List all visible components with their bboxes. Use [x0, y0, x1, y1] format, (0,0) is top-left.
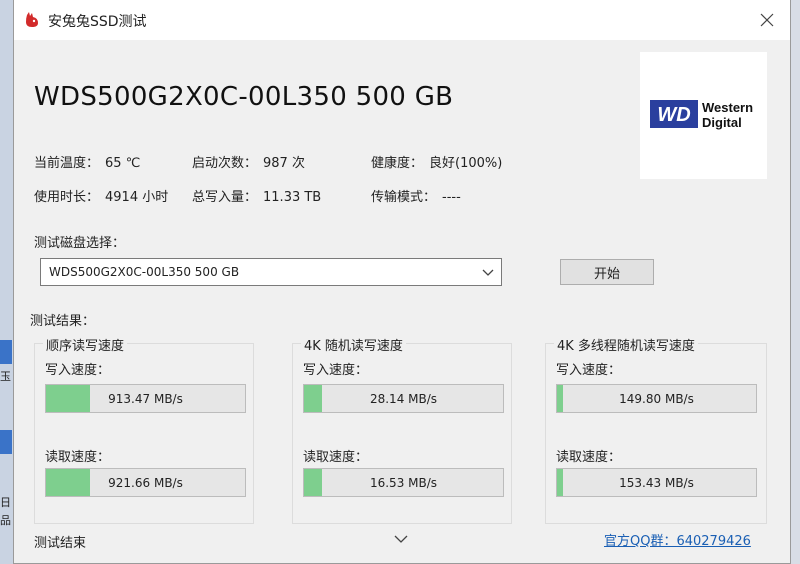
write-speed-label: 写入速度： — [303, 363, 369, 378]
write-speed-label: 写入速度： — [45, 363, 111, 378]
write-speed-bar: 913.47 MB/s — [45, 384, 246, 413]
write-speed-value: 913.47 MB/s — [108, 391, 183, 406]
window-title: 安兔兔SSD测试 — [48, 14, 147, 30]
group-title: 顺序读写速度 — [43, 335, 128, 354]
western-digital-logo-icon: WD Western Digital — [650, 100, 753, 130]
start-button[interactable]: 开始 — [560, 259, 654, 285]
chevron-down-icon — [482, 269, 494, 276]
read-speed-bar: 153.43 MB/s — [556, 468, 757, 497]
usage-time-info: 使用时长： 4914 小时 — [34, 186, 168, 205]
write-speed-value: 28.14 MB/s — [369, 391, 438, 406]
read-speed-label: 读取速度： — [303, 450, 369, 465]
desktop-icon-label: 玉 — [0, 370, 11, 383]
read-speed-value: 16.53 MB/s — [369, 475, 438, 490]
read-speed-label: 读取速度： — [45, 450, 111, 465]
qq-group-link[interactable]: 官方QQ群：640279426 — [604, 530, 751, 549]
read-speed-value: 921.66 MB/s — [108, 475, 183, 490]
transfer-mode-label: 传输模式： — [371, 190, 437, 205]
transfer-mode-value: ---- — [442, 190, 461, 205]
write-speed-bar: 149.80 MB/s — [556, 384, 757, 413]
total-written-value: 11.33 TB — [263, 190, 322, 205]
desktop-icon-label: 日 — [0, 496, 11, 509]
disk-select-dropdown[interactable]: WDS500G2X0C-00L350 500 GB — [40, 258, 502, 286]
total-written-label: 总写入量： — [192, 190, 258, 205]
power-on-count-value: 987 次 — [263, 156, 305, 171]
desktop-icon-label: 品 — [0, 514, 11, 527]
group-title: 4K 随机读写速度 — [301, 335, 406, 354]
read-speed-bar: 16.53 MB/s — [303, 468, 504, 497]
temperature-label: 当前温度： — [34, 156, 100, 171]
results-label: 测试结果： — [30, 314, 96, 329]
temperature-value: 65 ℃ — [105, 156, 141, 171]
usage-time-label: 使用时长： — [34, 190, 100, 205]
read-speed-label: 读取速度： — [556, 450, 622, 465]
write-speed-value: 149.80 MB/s — [619, 391, 694, 406]
brand-logo: WD Western Digital — [640, 52, 767, 179]
sequential-rw-group: 顺序读写速度 写入速度： 913.47 MB/s 读取速度： 921.66 MB… — [34, 335, 254, 524]
brand-logo-line1: Western — [702, 100, 753, 115]
brand-logo-mark: WD — [657, 104, 690, 126]
desktop-background: 玉 日 品 — [0, 0, 14, 564]
close-icon — [760, 13, 774, 27]
brand-logo-line2: Digital — [702, 115, 742, 130]
usage-time-value: 4914 小时 — [105, 190, 169, 205]
status-text: 测试结束 — [34, 536, 87, 551]
app-window: 安兔兔SSD测试 WDS500G2X0C-00L350 500 GB 当前温度：… — [13, 0, 791, 564]
power-on-count-info: 启动次数： 987 次 — [192, 152, 305, 171]
read-speed-bar: 921.66 MB/s — [45, 468, 246, 497]
multithread-4k-rw-group: 4K 多线程随机读写速度 写入速度： 149.80 MB/s 读取速度： 153… — [545, 335, 767, 524]
health-value: 良好(100%) — [429, 156, 503, 171]
random-4k-rw-group: 4K 随机读写速度 写入速度： 28.14 MB/s 读取速度： 16.53 M… — [292, 335, 512, 524]
chevron-down-icon[interactable] — [392, 532, 410, 546]
title-bar[interactable]: 安兔兔SSD测试 — [14, 0, 790, 40]
desktop-app-icon[interactable] — [0, 340, 12, 364]
drive-model-title: WDS500G2X0C-00L350 500 GB — [34, 82, 454, 112]
transfer-mode-info: 传输模式： ---- — [371, 186, 461, 205]
power-on-count-label: 启动次数： — [192, 156, 258, 171]
read-speed-value: 153.43 MB/s — [619, 475, 694, 490]
desktop-app-icon[interactable] — [0, 430, 12, 454]
disk-select-value: WDS500G2X0C-00L350 500 GB — [49, 265, 240, 279]
total-written-info: 总写入量： 11.33 TB — [192, 186, 321, 205]
write-speed-bar: 28.14 MB/s — [303, 384, 504, 413]
group-title: 4K 多线程随机读写速度 — [554, 335, 698, 354]
health-label: 健康度： — [371, 156, 424, 171]
disk-select-label: 测试磁盘选择： — [34, 236, 126, 251]
write-speed-label: 写入速度： — [556, 363, 622, 378]
close-button[interactable] — [744, 0, 790, 40]
health-info: 健康度： 良好(100%) — [371, 152, 502, 171]
rabbit-app-icon — [26, 12, 38, 27]
temperature-info: 当前温度： 65 ℃ — [34, 152, 140, 171]
